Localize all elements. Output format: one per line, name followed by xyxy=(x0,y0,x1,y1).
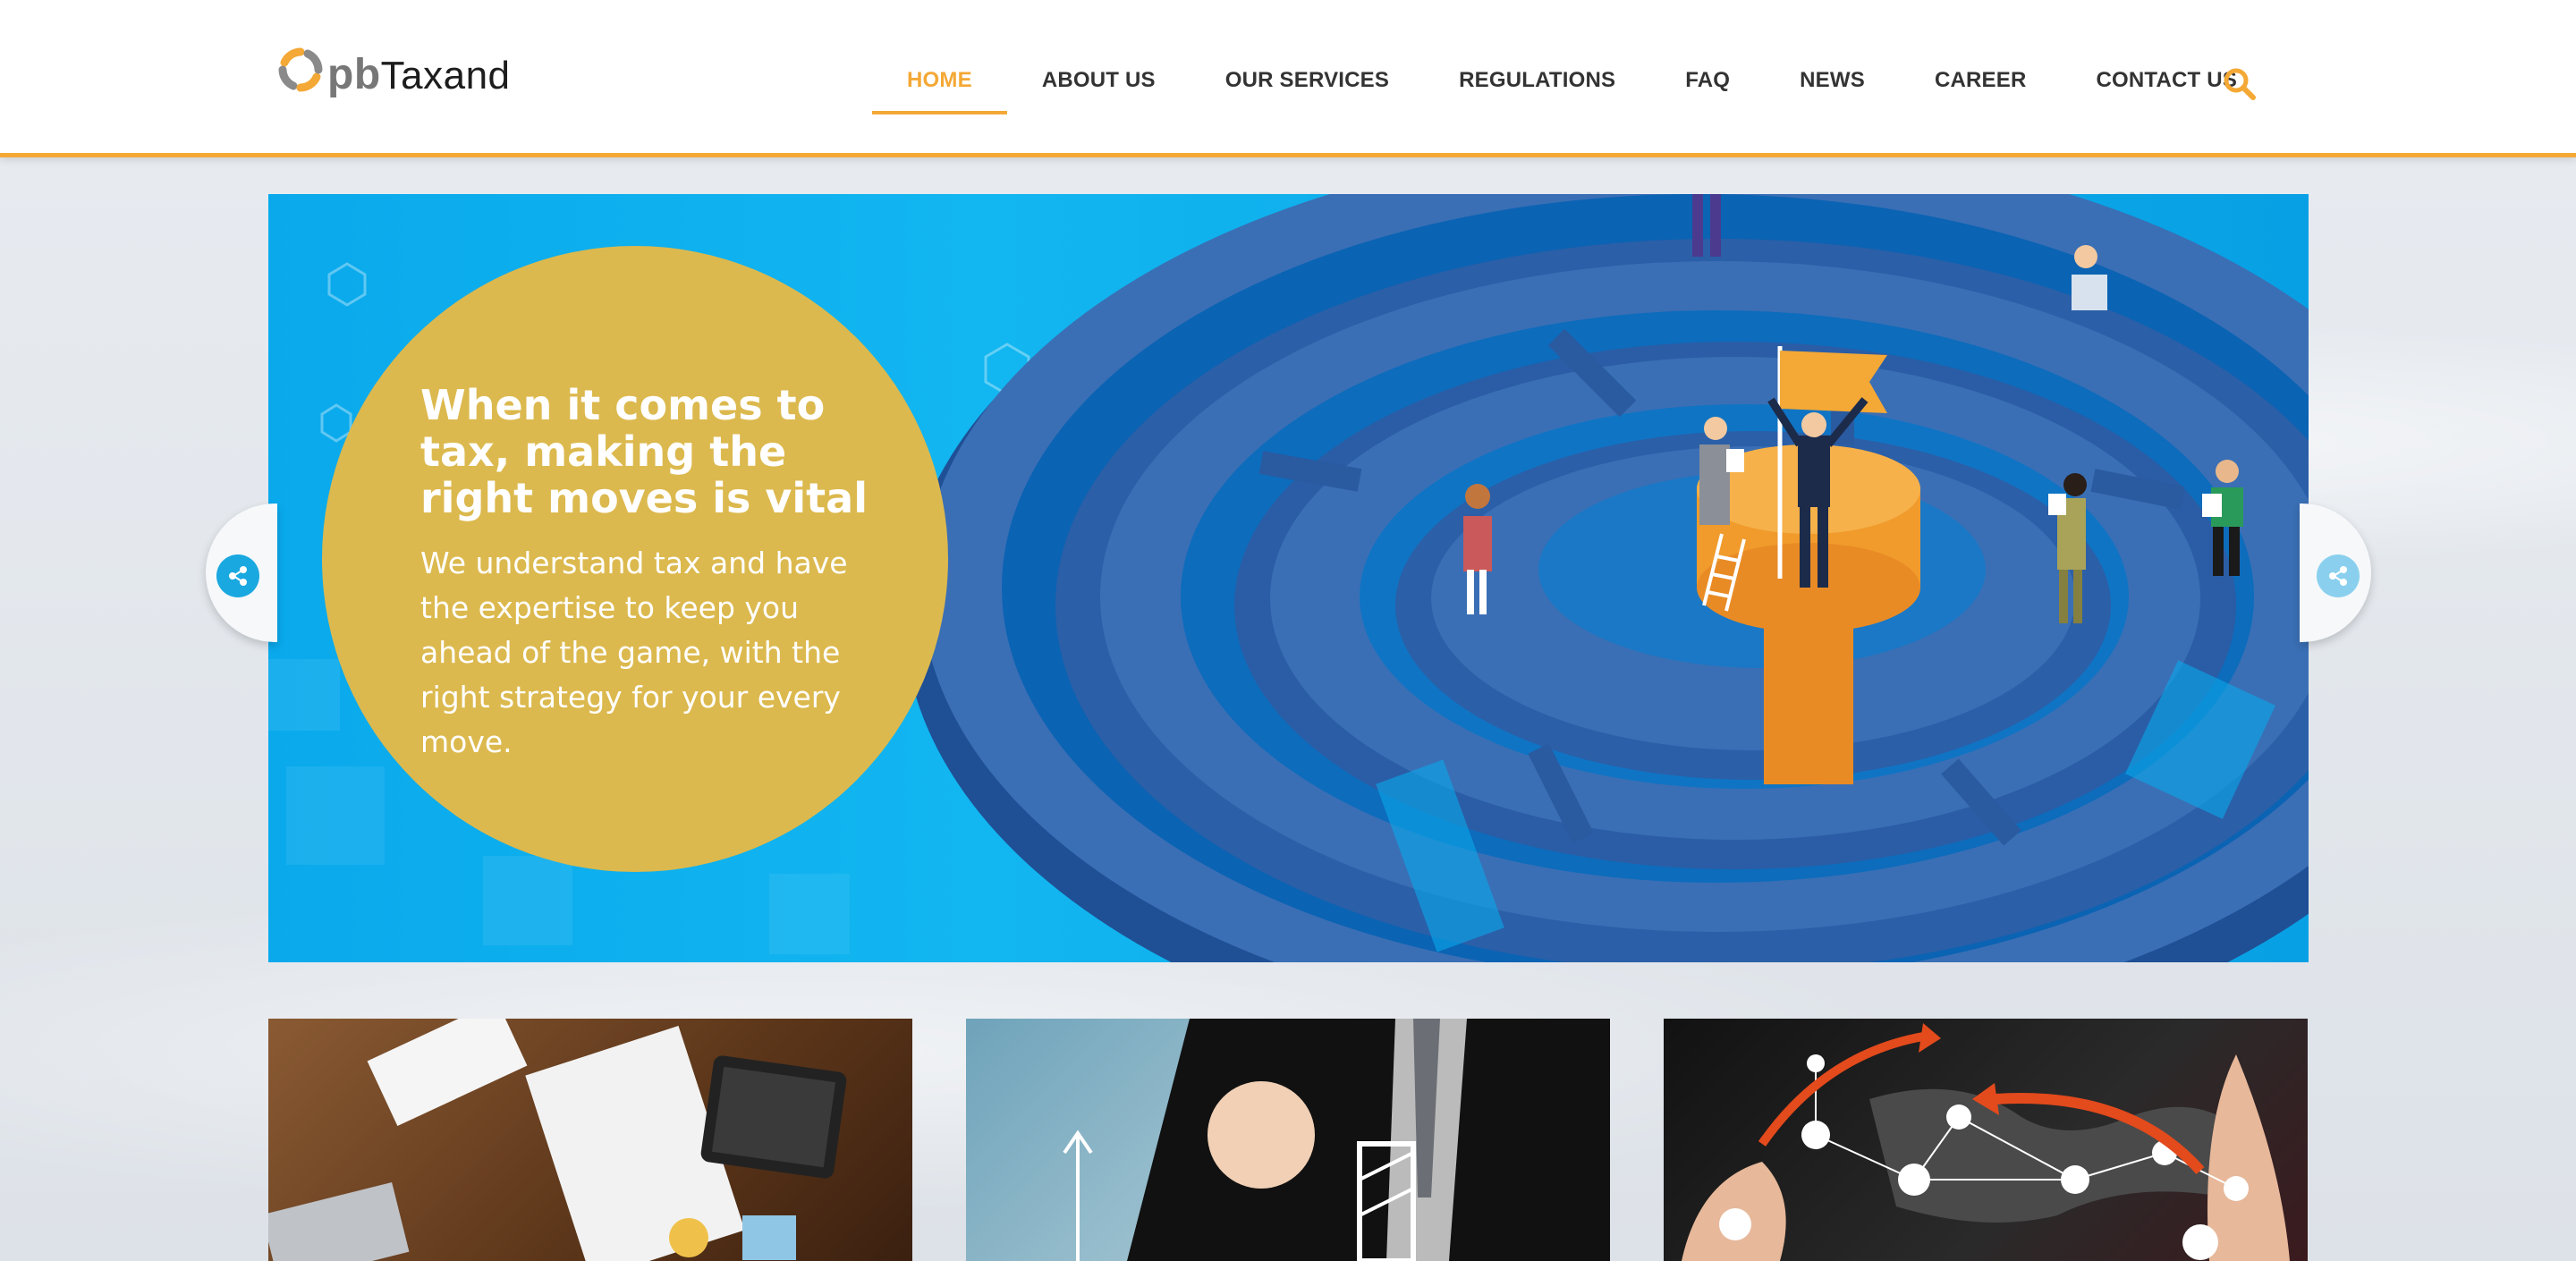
logo-mark-icon xyxy=(277,47,324,102)
feature-card-growth-image[interactable] xyxy=(966,1019,1610,1261)
logo-prefix: pb xyxy=(327,50,381,98)
share-icon[interactable] xyxy=(216,554,259,597)
nav-home[interactable]: HOME xyxy=(872,54,1007,114)
share-icon[interactable] xyxy=(2317,554,2360,597)
logo[interactable]: pbTaxand xyxy=(277,43,511,106)
feature-card-meeting-image[interactable] xyxy=(268,1019,912,1261)
site-header: pbTaxand HOME ABOUT US OUR SERVICES REGU… xyxy=(0,0,2576,157)
nav-news[interactable]: NEWS xyxy=(1765,54,1900,107)
nav-our-services[interactable]: OUR SERVICES xyxy=(1191,54,1424,107)
nav-regulations[interactable]: REGULATIONS xyxy=(1424,54,1650,107)
nav-about-us[interactable]: ABOUT US xyxy=(1007,54,1191,107)
main-nav: HOME ABOUT US OUR SERVICES REGULATIONS F… xyxy=(872,54,2272,114)
hero-title: When it comes to tax, making the right m… xyxy=(420,381,868,522)
nav-career[interactable]: CAREER xyxy=(1900,54,2062,107)
logo-text: pbTaxand xyxy=(327,50,511,99)
feature-card-network-image[interactable] xyxy=(1664,1019,2308,1261)
search-icon[interactable] xyxy=(2222,66,2258,102)
nav-faq[interactable]: FAQ xyxy=(1650,54,1765,107)
logo-name: Taxand xyxy=(380,53,511,97)
hero-description: We understand tax and have the expertise… xyxy=(420,546,848,759)
hero-slider: When it comes to tax, making the right m… xyxy=(268,194,2309,962)
